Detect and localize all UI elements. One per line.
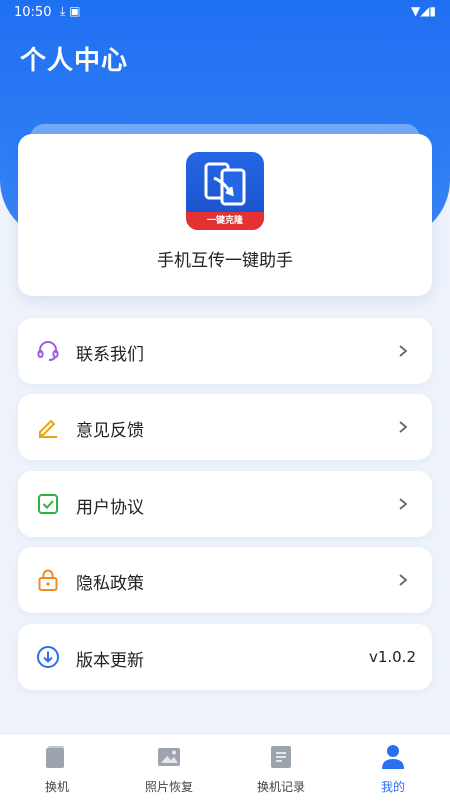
user-agreement-item[interactable]: 用户协议 bbox=[18, 471, 432, 537]
app-logo: 一键克隆 bbox=[186, 152, 264, 230]
chevron-right-icon bbox=[399, 498, 408, 510]
tab-mine[interactable]: 我的 bbox=[337, 734, 449, 801]
chevron-right-icon bbox=[399, 574, 408, 586]
chevron-right-icon bbox=[399, 345, 408, 357]
app-info-card: 一键克隆 手机互传一键助手 bbox=[18, 134, 432, 296]
version-value: v1.0.2 bbox=[368, 648, 416, 666]
contact-us-label: 联系我们 bbox=[76, 345, 144, 365]
privacy-policy-label: 隐私政策 bbox=[76, 574, 144, 594]
phone-transfer-icon bbox=[204, 162, 246, 206]
feedback-label: 意见反馈 bbox=[76, 421, 144, 441]
tab-transfer-records[interactable]: 换机记录 bbox=[225, 734, 337, 801]
user-agreement-label: 用户协议 bbox=[76, 498, 144, 518]
tab-transfer-records-label: 换机记录 bbox=[256, 780, 305, 794]
record-icon bbox=[271, 746, 291, 768]
checkbox-icon bbox=[38, 494, 58, 514]
chevron-right-icon bbox=[399, 421, 408, 433]
signal-battery-icon: ▼◢▮ bbox=[410, 4, 436, 18]
tab-mine-label: 我的 bbox=[380, 780, 405, 794]
version-update-item[interactable]: 版本更新 v1.0.2 bbox=[18, 624, 432, 690]
tab-transfer[interactable]: 换机 bbox=[1, 734, 113, 801]
app-name: 手机互传一键助手 bbox=[157, 251, 293, 271]
bottom-tab-bar: 换机 照片恢复 换机记录 我的 bbox=[0, 733, 450, 801]
version-update-label: 版本更新 bbox=[76, 651, 144, 671]
contact-us-item[interactable]: 联系我们 bbox=[18, 318, 432, 384]
tab-transfer-label: 换机 bbox=[44, 780, 69, 794]
tab-photo-recovery-label: 照片恢复 bbox=[144, 780, 193, 794]
phone-icon bbox=[46, 746, 64, 768]
privacy-policy-item[interactable]: 隐私政策 bbox=[18, 547, 432, 613]
status-time: 10:50 bbox=[14, 5, 52, 20]
headset-icon bbox=[37, 341, 59, 361]
download-status-icon: ⤓ ▣ bbox=[60, 4, 81, 18]
status-bar: 10:50 ⤓ ▣ ▼◢▮ bbox=[0, 0, 450, 26]
photo-icon bbox=[158, 748, 180, 766]
page-title: 个人中心 bbox=[20, 46, 129, 76]
download-icon bbox=[37, 646, 59, 668]
feedback-item[interactable]: 意见反馈 bbox=[18, 394, 432, 460]
tab-photo-recovery[interactable]: 照片恢复 bbox=[113, 734, 225, 801]
logo-banner: 一键克隆 bbox=[186, 212, 264, 230]
user-icon bbox=[382, 745, 404, 769]
pencil-icon bbox=[39, 419, 57, 438]
lock-icon bbox=[38, 569, 58, 591]
